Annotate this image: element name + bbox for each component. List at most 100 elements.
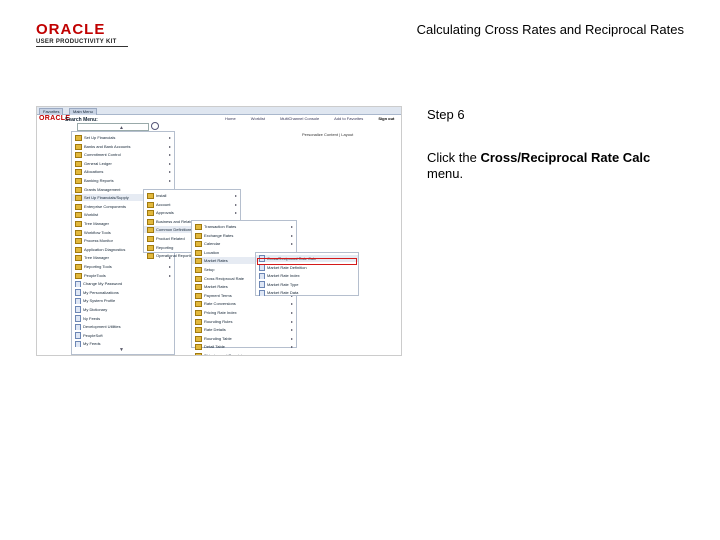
menu-item[interactable]: Allocations ▸ — [72, 168, 174, 176]
menu-item-label: Business and Related — [156, 218, 195, 224]
menu-item[interactable]: Rounding Rules ▸ — [192, 318, 296, 325]
menu-item-label: Allocations — [84, 169, 104, 175]
menu-item[interactable]: Rate Details ▸ — [192, 326, 296, 334]
header-links: Home Worklist MultiChannel Console Add t… — [225, 116, 394, 121]
folder-icon — [195, 284, 202, 291]
menu-item[interactable]: Banks and Bank Accounts ▸ — [72, 143, 174, 150]
folder-icon — [195, 258, 202, 265]
menu-item[interactable]: Market Rate Index — [256, 272, 358, 280]
submenu-arrow-icon: ▸ — [234, 201, 237, 207]
folder-icon — [195, 275, 202, 282]
menu-item-label: Transaction Rates — [204, 224, 237, 229]
document-icon — [259, 281, 265, 288]
menu-item-label: Development Utilities — [83, 324, 121, 330]
menu-item-label: Setup — [204, 267, 215, 272]
menu-scroll-down-icon[interactable]: ▼ — [119, 347, 124, 353]
menu-item[interactable]: Reporting Tools ▸ — [72, 263, 174, 270]
folder-icon — [75, 134, 82, 141]
menu-item-label: Reporting — [156, 244, 174, 250]
submenu-arrow-icon: ▸ — [290, 241, 293, 247]
menu-item-label: Market Rate Data — [267, 290, 299, 296]
menu-item[interactable]: Account ▸ — [144, 201, 240, 208]
app-screenshot: Favorites Main Menu ORACLE Home Worklist… — [36, 106, 402, 356]
menu-item[interactable]: Commitment Control ▸ — [72, 151, 174, 159]
tab-main-menu[interactable]: Main Menu — [69, 108, 97, 115]
menu-item-label: Set Up Financials/Supply — [84, 195, 129, 201]
menu-item-label: Worklist — [84, 212, 99, 218]
search-menu-input[interactable] — [77, 123, 149, 131]
folder-icon — [75, 152, 82, 159]
header-link-home[interactable]: Home — [225, 116, 236, 121]
menu-item-label: My Feeds — [83, 341, 101, 347]
folder-icon — [147, 235, 154, 242]
header-link-multichannel[interactable]: MultiChannel Console — [280, 116, 319, 121]
menu-item-label: Install — [156, 193, 167, 198]
personalize-link[interactable]: Personalize Content | Layout — [302, 132, 353, 137]
header-link-worklist[interactable]: Worklist — [251, 116, 265, 121]
menu-item[interactable]: Shipping and Receiving ▸ — [192, 352, 296, 355]
menu-item[interactable]: Install ▸ — [144, 192, 240, 199]
menu-item[interactable]: Pricing Rate Index ▸ — [192, 309, 296, 316]
menu-item[interactable]: Exchange Rates ▸ — [192, 232, 296, 239]
submenu-arrow-icon: ▸ — [234, 210, 237, 216]
menu-item[interactable]: General Ledger ▸ — [72, 160, 174, 167]
menu-item[interactable]: Approvals ▸ — [144, 209, 240, 217]
oracle-upk-logo: ORACLE USER PRODUCTIVITY KIT — [36, 22, 128, 47]
menu-item[interactable]: Market Rate Data — [256, 289, 358, 297]
menu-item-label: Common Definitions — [156, 227, 193, 233]
menu-item[interactable]: Detail Table ▸ — [192, 343, 296, 351]
menu-item[interactable]: PeopleSoft — [72, 332, 174, 339]
menu-item-label: PeopleSoft — [83, 332, 103, 338]
folder-icon — [147, 244, 154, 251]
folder-icon — [75, 255, 82, 262]
menu-scroll-up-icon[interactable]: ▲ — [119, 125, 124, 131]
menu-item[interactable]: Calendar ▸ — [192, 240, 296, 248]
menu-item[interactable]: Banking Reports ▸ — [72, 177, 174, 184]
folder-icon — [75, 246, 82, 253]
folder-icon — [195, 309, 202, 316]
menu-item[interactable]: Market Rate Type — [256, 281, 358, 288]
menu-item[interactable]: My Dictionary — [72, 306, 174, 313]
tab-favorites[interactable]: Favorites — [39, 108, 64, 115]
menu-item-label: Detail Table — [204, 344, 225, 350]
document-icon — [75, 306, 81, 313]
document-icon — [259, 272, 265, 280]
folder-icon — [147, 218, 154, 225]
submenu-arrow-icon: ▸ — [168, 152, 171, 158]
menu-item[interactable]: Transaction Rates ▸ — [192, 223, 296, 230]
menu-item-label: My Dictionary — [83, 307, 108, 312]
menu-item[interactable]: Rate Conversions ▸ — [192, 300, 296, 308]
menu-item[interactable]: Development Utilities — [72, 323, 174, 331]
step-instruction: Click the Cross/Reciprocal Rate Calc men… — [427, 150, 667, 182]
document-icon — [75, 297, 81, 305]
folder-icon — [75, 160, 82, 167]
folder-icon — [75, 263, 82, 270]
header-link-add-favorites[interactable]: Add to Favorites — [334, 116, 363, 121]
menu-item-label: Application Diagnostics — [84, 246, 126, 252]
menu-item[interactable]: Change My Password — [72, 280, 174, 288]
submenu-arrow-icon: ▸ — [290, 232, 293, 238]
document-icon — [75, 280, 81, 288]
search-icon[interactable] — [151, 122, 159, 130]
submenu-arrow-icon: ▸ — [168, 178, 171, 183]
menu-item-label: Commitment Control — [84, 152, 121, 158]
document-icon — [259, 264, 265, 271]
header-link-sign-out[interactable]: Sign out — [378, 116, 394, 121]
folder-icon — [195, 223, 202, 230]
menu-item-label: Operational Reporting — [156, 253, 196, 259]
folder-icon — [195, 344, 202, 351]
menu-item[interactable]: Set Up Financials ▸ — [72, 134, 174, 141]
menu-item[interactable]: My Personalizations — [72, 289, 174, 296]
folder-icon — [75, 195, 82, 202]
menu-item[interactable]: Ny Feeds — [72, 315, 174, 322]
logo-brand: ORACLE — [36, 21, 106, 38]
menu-item[interactable]: My System Profile — [72, 297, 174, 305]
menu-item-label: My System Profile — [83, 298, 116, 304]
menu-item-label: Banking Reports — [84, 178, 114, 183]
menu-item[interactable]: PeopleTools ▸ — [72, 272, 174, 279]
menu-item[interactable]: Rounding Table ▸ — [192, 335, 296, 342]
slide-title: Calculating Cross Rates and Reciprocal R… — [416, 22, 684, 37]
document-icon — [75, 340, 81, 348]
submenu-arrow-icon: ▸ — [290, 327, 293, 333]
instruction-suffix: menu. — [427, 166, 464, 181]
